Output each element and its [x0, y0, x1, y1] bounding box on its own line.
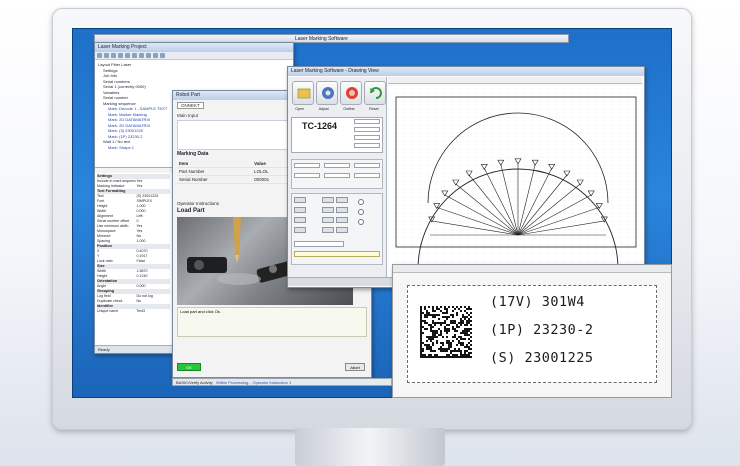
- paste-icon[interactable]: [132, 53, 137, 58]
- outline-label: Outline: [343, 107, 355, 111]
- marking-data-item: Serial Number: [177, 175, 253, 184]
- shape-tool-icon[interactable]: [153, 53, 158, 58]
- property-row[interactable]: Unique name Text3: [97, 309, 170, 314]
- monitor-bezel: Laser Marking Software Laser Marking Pro…: [52, 8, 692, 430]
- jog-btn-5[interactable]: [322, 197, 334, 203]
- prompt-text: Load part and click Ok.: [180, 309, 221, 314]
- adjust-button[interactable]: [316, 81, 338, 105]
- radio-1[interactable]: [358, 199, 364, 205]
- reset-button[interactable]: [364, 81, 386, 105]
- label-preview-window: (17V) 301W4 (1P) 23230-2 (S) 23001225: [392, 264, 672, 398]
- operator-title: Robot Part: [176, 92, 200, 98]
- setting-5[interactable]: [324, 173, 350, 178]
- label-box: (17V) 301W4 (1P) 23230-2 (S) 23001225: [407, 285, 657, 383]
- setting-6[interactable]: [354, 173, 380, 178]
- adjust-label: Adjust: [318, 107, 329, 111]
- property-key: Unique name: [97, 309, 119, 313]
- drawing-titlebar: Laser Marking Software - Drawing View: [288, 67, 644, 76]
- setting-1[interactable]: [294, 163, 320, 168]
- operator-field[interactable]: ONNEKT: [177, 102, 204, 109]
- setting-2[interactable]: [324, 163, 350, 168]
- jog-btn-3[interactable]: [294, 217, 306, 223]
- jog-btn-6[interactable]: [336, 197, 348, 203]
- jog-btn-9[interactable]: [322, 217, 334, 223]
- label-line-1: (17V) 301W4: [490, 294, 585, 310]
- open-button[interactable]: [292, 81, 314, 105]
- label-line-2: (1P) 23230-2: [490, 322, 594, 338]
- jog-btn-11[interactable]: [322, 227, 334, 233]
- jog-btn-1[interactable]: [294, 197, 306, 203]
- ok-button[interactable]: OK: [177, 363, 201, 371]
- open-icon[interactable]: [104, 53, 109, 58]
- field-d[interactable]: [354, 143, 380, 148]
- job-name: TC-1264: [302, 121, 338, 131]
- marking-data-item: Part Number: [177, 167, 253, 176]
- main-title: Laser Marking Software: [295, 36, 348, 42]
- drawing-canvas[interactable]: [388, 85, 644, 277]
- fan-drawing: [388, 85, 644, 270]
- folder-icon: [297, 88, 311, 99]
- abort-button[interactable]: Abort: [345, 363, 365, 371]
- setting-3[interactable]: [354, 163, 380, 168]
- marking-data-table: Item Value Part Number LOLOL Serial Number 00…: [177, 160, 296, 184]
- ruler-top: [388, 77, 642, 84]
- field-b[interactable]: [354, 127, 380, 132]
- text-tool-icon[interactable]: [139, 53, 144, 58]
- marking-data-row: Item Value: [177, 160, 296, 168]
- jog-btn-2[interactable]: [294, 207, 306, 213]
- status-left: BASIC/Verify Activity: [176, 380, 213, 385]
- project-status-text: Ready: [98, 347, 110, 352]
- outline-button[interactable]: [340, 81, 362, 105]
- jog-btn-4[interactable]: [294, 227, 306, 233]
- radio-2[interactable]: [358, 209, 364, 215]
- status-process: Within Processing... Operator Instructio…: [216, 380, 292, 385]
- prompt-box: Load part and click Ok.: [177, 307, 367, 337]
- project-titlebar: Laser Marking Project: [95, 43, 293, 52]
- drawing-title: Laser Marking Software - Drawing View: [291, 68, 379, 74]
- jog-btn-7[interactable]: [322, 207, 334, 213]
- monitor-stand: [295, 428, 445, 466]
- project-title: Laser Marking Project: [98, 44, 147, 50]
- monitor-screen: Laser Marking Software Laser Marking Pro…: [72, 28, 672, 398]
- radio-3[interactable]: [358, 219, 364, 225]
- run-icon[interactable]: [160, 53, 165, 58]
- label-ruler: [393, 265, 671, 273]
- label-line-3: (S) 23001225: [490, 350, 594, 366]
- jog-btn-8[interactable]: [336, 207, 348, 213]
- jog-btn-12[interactable]: [336, 227, 348, 233]
- property-value: Text3: [136, 309, 146, 313]
- marking-data-row: Part Number LOLOL: [177, 167, 296, 176]
- save-icon[interactable]: [111, 53, 116, 58]
- big-button-labels: Open Adjust Outline Reset: [288, 107, 386, 111]
- field-a[interactable]: [354, 119, 380, 124]
- gear-icon: [322, 87, 334, 99]
- properties-panel: Settings Include in mark sequence Yes Marki…: [95, 173, 173, 345]
- outline-icon: [346, 87, 358, 99]
- datamatrix-code: [420, 306, 472, 358]
- project-toolbar: [95, 52, 293, 60]
- field-c[interactable]: [354, 135, 380, 140]
- status-field: [294, 251, 380, 257]
- new-icon[interactable]: [97, 53, 102, 58]
- control-panel: Open Adjust Outline Reset TC-1264: [288, 77, 387, 277]
- reset-label: Reset: [369, 107, 379, 111]
- process-statusbar: BASIC/Verify Activity Within Processing.…: [172, 378, 392, 386]
- marking-data-row: Serial Number 000001: [177, 175, 296, 184]
- jog-btn-10[interactable]: [336, 217, 348, 223]
- setting-4[interactable]: [294, 173, 320, 178]
- barcode-tool-icon[interactable]: [146, 53, 151, 58]
- drawing-window: Laser Marking Software - Drawing View Op…: [287, 66, 645, 288]
- open-label: Open: [295, 107, 305, 111]
- refresh-icon: [370, 87, 382, 99]
- copy-icon[interactable]: [125, 53, 130, 58]
- marking-data-item: Item: [177, 160, 253, 168]
- cut-icon[interactable]: [118, 53, 123, 58]
- param-field[interactable]: [294, 241, 344, 247]
